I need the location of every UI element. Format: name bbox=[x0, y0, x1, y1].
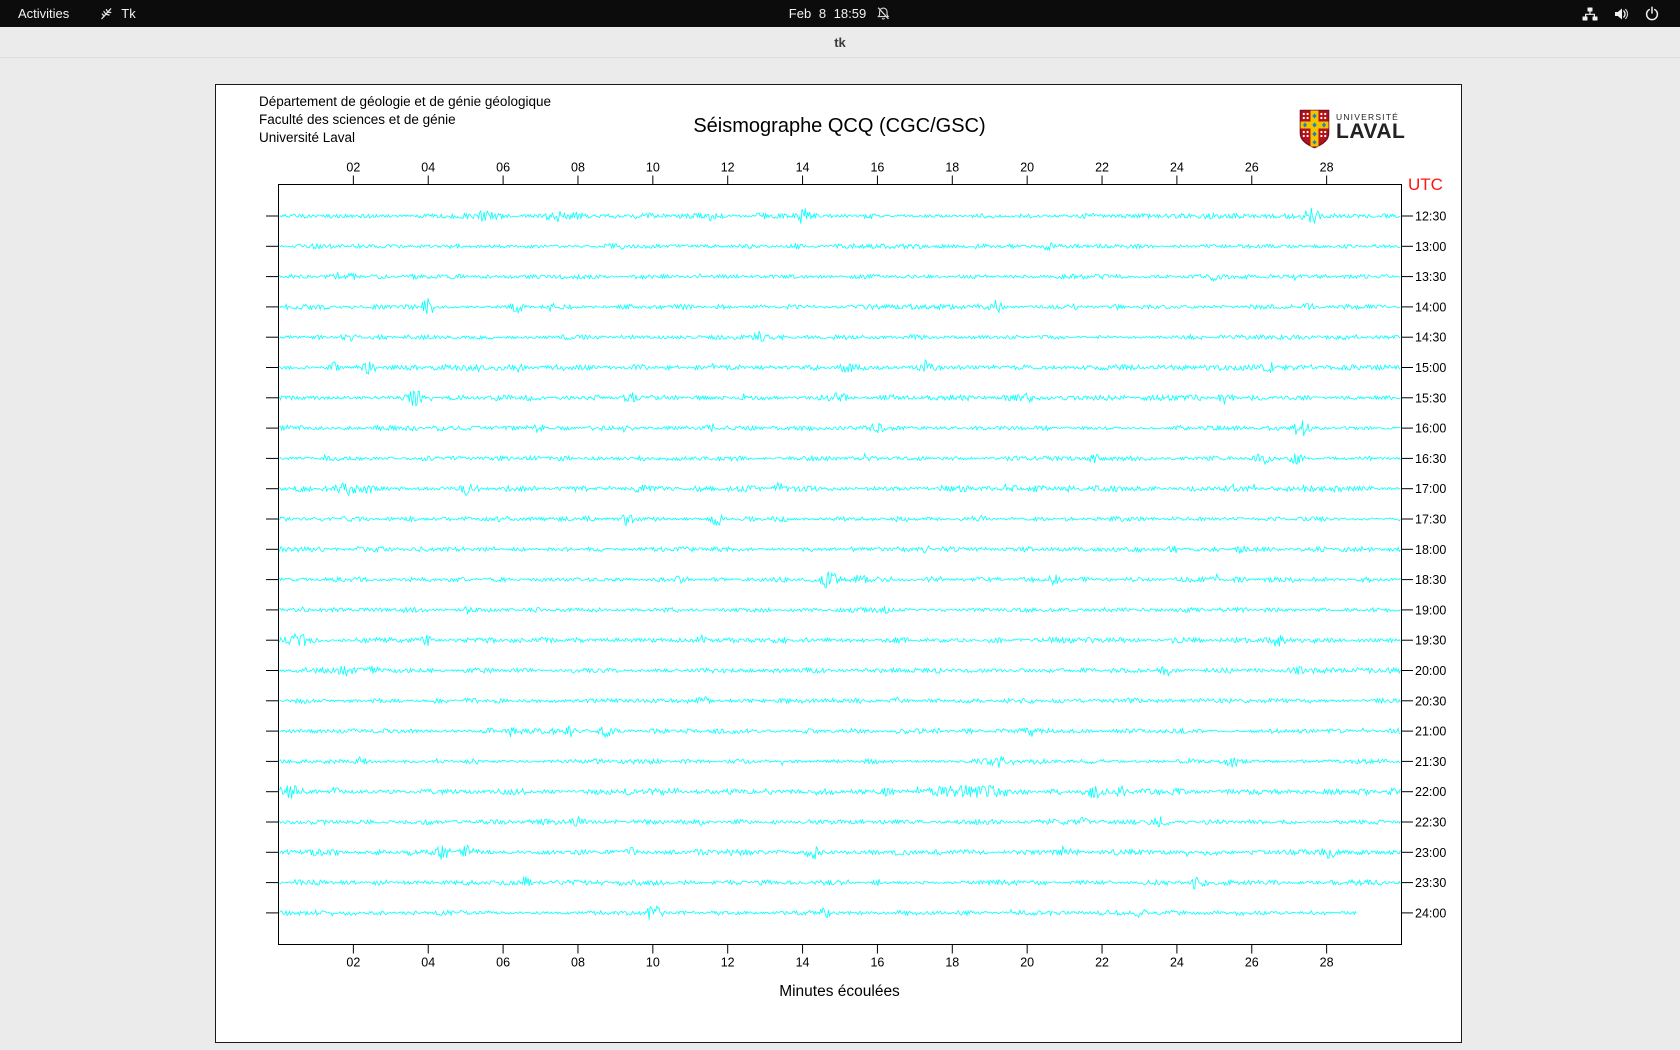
seismogram-trace bbox=[279, 844, 1401, 860]
x-tick-label: 16 bbox=[870, 956, 884, 970]
time-label: 15:00 bbox=[1415, 361, 1446, 375]
seismogram-trace bbox=[279, 544, 1401, 554]
seismogram-trace bbox=[279, 481, 1401, 497]
seismogram-trace bbox=[279, 904, 1357, 920]
time-label: 21:00 bbox=[1415, 725, 1446, 739]
gnome-top-bar: Activities Tk Feb 8 18:59 bbox=[0, 0, 1680, 27]
x-tick-label: 08 bbox=[571, 161, 585, 175]
time-label: 18:00 bbox=[1415, 543, 1446, 557]
x-tick-label: 04 bbox=[421, 161, 435, 175]
seismogram-trace bbox=[279, 665, 1401, 677]
volume-icon bbox=[1613, 6, 1629, 22]
system-status-area[interactable] bbox=[1582, 0, 1680, 27]
plot-border bbox=[278, 184, 1402, 945]
x-tick-label: 16 bbox=[870, 161, 884, 175]
time-label: 21:30 bbox=[1415, 755, 1446, 769]
seismogram-trace bbox=[279, 816, 1401, 828]
time-label: 20:30 bbox=[1415, 694, 1446, 708]
time-label: 19:00 bbox=[1415, 603, 1446, 617]
seismogram-trace bbox=[279, 725, 1401, 739]
time-label: 19:30 bbox=[1415, 634, 1446, 648]
x-tick-label: 08 bbox=[571, 956, 585, 970]
time-label: 23:00 bbox=[1415, 846, 1446, 860]
x-tick-label: 02 bbox=[346, 956, 360, 970]
seismogram-trace bbox=[279, 784, 1401, 800]
seismogram-trace bbox=[279, 755, 1401, 768]
window-titlebar[interactable]: tk bbox=[0, 27, 1680, 58]
app-menu-label: Tk bbox=[121, 6, 136, 21]
seismogram-trace bbox=[279, 298, 1401, 315]
x-tick-label: 12 bbox=[721, 956, 735, 970]
time-label: 12:30 bbox=[1415, 210, 1446, 224]
seismogram-trace bbox=[279, 606, 1401, 615]
time-label: 22:00 bbox=[1415, 785, 1446, 799]
network-icon bbox=[1582, 6, 1598, 22]
seismogram-trace bbox=[279, 570, 1401, 589]
x-tick-label: 10 bbox=[646, 161, 660, 175]
power-icon bbox=[1644, 6, 1660, 22]
time-label: 13:00 bbox=[1415, 240, 1446, 254]
time-label: 14:30 bbox=[1415, 331, 1446, 345]
time-label: 17:00 bbox=[1415, 482, 1446, 496]
x-tick-label: 26 bbox=[1245, 956, 1259, 970]
time-label: 23:30 bbox=[1415, 876, 1446, 890]
seismogram-trace bbox=[279, 242, 1401, 252]
x-tick-label: 24 bbox=[1170, 161, 1184, 175]
seismograph-canvas: Département de géologie et de génie géol… bbox=[215, 84, 1462, 1043]
seismogram-trace bbox=[279, 390, 1401, 407]
x-tick-label: 24 bbox=[1170, 956, 1184, 970]
time-label: 16:30 bbox=[1415, 452, 1446, 466]
time-label: 14:00 bbox=[1415, 300, 1446, 314]
x-tick-label: 20 bbox=[1020, 161, 1034, 175]
clock-menu[interactable]: Feb 8 18:59 bbox=[789, 0, 891, 27]
x-tick-label: 28 bbox=[1320, 161, 1334, 175]
x-tick-label: 04 bbox=[421, 956, 435, 970]
seismogram-trace bbox=[279, 451, 1401, 466]
x-tick-label: 06 bbox=[496, 956, 510, 970]
x-tick-label: 18 bbox=[945, 161, 959, 175]
x-tick-label: 28 bbox=[1320, 956, 1334, 970]
x-tick-label: 14 bbox=[796, 161, 810, 175]
seismogram-trace bbox=[279, 876, 1401, 890]
x-tick-label: 14 bbox=[796, 956, 810, 970]
x-tick-label: 20 bbox=[1020, 956, 1034, 970]
time-label: 18:30 bbox=[1415, 573, 1446, 587]
x-tick-label: 22 bbox=[1095, 161, 1109, 175]
window-title: tk bbox=[834, 35, 846, 50]
time-label: 16:00 bbox=[1415, 422, 1446, 436]
activities-button[interactable]: Activities bbox=[0, 0, 87, 27]
time-label: 20:00 bbox=[1415, 664, 1446, 678]
app-menu[interactable]: Tk bbox=[87, 0, 147, 27]
x-tick-label: 22 bbox=[1095, 956, 1109, 970]
x-tick-label: 10 bbox=[646, 956, 660, 970]
time-label: 13:30 bbox=[1415, 270, 1446, 284]
x-tick-label: 06 bbox=[496, 161, 510, 175]
window-content: Département de géologie et de génie géol… bbox=[0, 59, 1680, 1050]
time-label: 15:30 bbox=[1415, 391, 1446, 405]
seismogram-trace bbox=[279, 695, 1401, 705]
x-tick-label: 18 bbox=[945, 956, 959, 970]
seismogram-trace bbox=[279, 513, 1401, 527]
tk-app-icon bbox=[99, 6, 114, 21]
time-label: 24:00 bbox=[1415, 906, 1446, 920]
seismogram-trace bbox=[279, 272, 1401, 282]
x-tick-label: 26 bbox=[1245, 161, 1259, 175]
clock-label: Feb 8 18:59 bbox=[788, 6, 867, 21]
x-tick-label: 12 bbox=[721, 161, 735, 175]
seismogram-trace bbox=[279, 207, 1401, 224]
x-axis-title: Minutes écoulées bbox=[779, 983, 900, 1000]
seismogram-trace bbox=[279, 330, 1401, 342]
seismogram-trace bbox=[279, 420, 1401, 436]
seismogram-trace bbox=[279, 359, 1401, 375]
seismogram-trace bbox=[279, 632, 1401, 647]
notifications-disabled-icon bbox=[876, 6, 891, 21]
x-tick-label: 02 bbox=[346, 161, 360, 175]
time-label: 22:30 bbox=[1415, 816, 1446, 830]
seismograph-plot: 02 02 04 04 06 06 08 08 10 10 12 12 14 14 16 16 18 18 20 20… bbox=[266, 161, 1446, 970]
time-label: 17:30 bbox=[1415, 513, 1446, 527]
